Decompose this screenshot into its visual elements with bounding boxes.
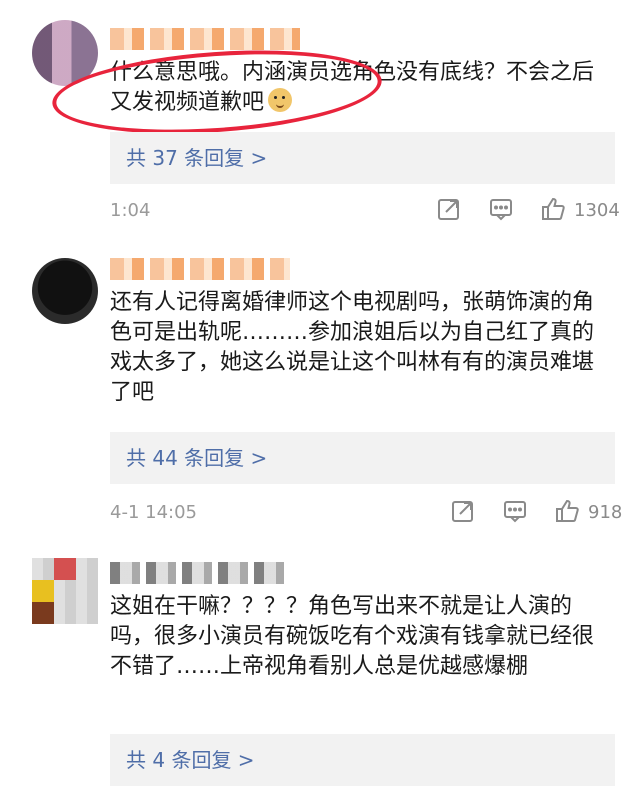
comment-icon[interactable] <box>488 196 518 226</box>
like-icon[interactable] <box>540 196 570 226</box>
username-blurred[interactable] <box>110 258 290 280</box>
like-icon[interactable] <box>554 498 584 528</box>
replies-link[interactable]: 共 37 条回复 > <box>110 132 615 184</box>
comment-text: 这姐在干嘛？？？？角色写出来不就是让人演的吗，很多小演员有碗饭吃有个戏演有钱拿就… <box>110 594 595 679</box>
avatar[interactable] <box>32 258 98 324</box>
timestamp: 4-1 14:05 <box>110 502 197 523</box>
replies-link[interactable]: 共 4 条回复 > <box>110 734 615 786</box>
username-blurred[interactable] <box>110 28 300 50</box>
like-count: 1304 <box>574 200 620 221</box>
red-circle-annotation <box>49 40 385 144</box>
username-blurred[interactable] <box>110 562 290 584</box>
comment-icon[interactable] <box>502 498 532 528</box>
comment-text: 还有人记得离婚律师这个电视剧吗，张萌饰演的角色可是出轨呢………参加浪姐后以为自己… <box>110 290 595 405</box>
avatar[interactable] <box>32 558 98 624</box>
timestamp: 1:04 <box>110 200 151 221</box>
comment-meta: 1:04 1304 <box>110 196 620 226</box>
comment-meta: 4-1 14:05 918 <box>110 498 623 528</box>
replies-link[interactable]: 共 44 条回复 > <box>110 432 615 484</box>
share-icon[interactable] <box>450 498 480 528</box>
share-icon[interactable] <box>436 196 466 226</box>
like-count: 918 <box>588 502 623 523</box>
